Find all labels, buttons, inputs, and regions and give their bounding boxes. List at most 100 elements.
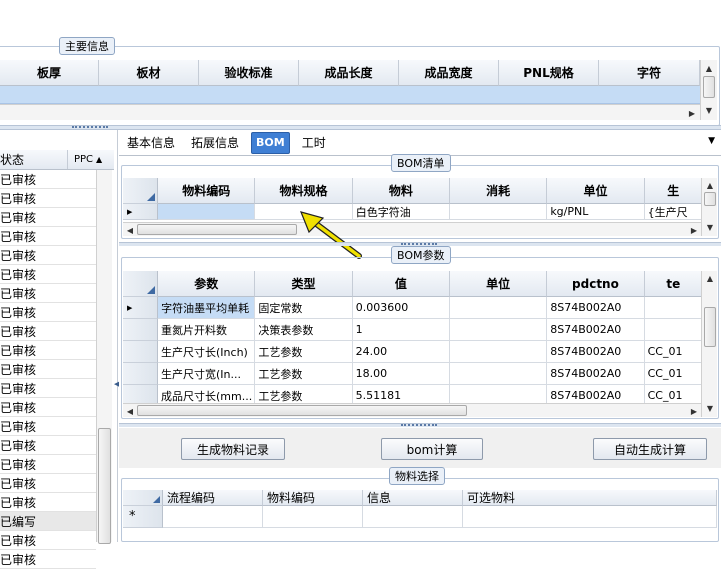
cell-unit[interactable]: [449, 363, 548, 385]
list-item[interactable]: 已审核: [0, 550, 96, 569]
hscroll-thumb[interactable]: [137, 405, 467, 416]
list-item[interactable]: 已审核: [0, 265, 96, 284]
bom-calc-button[interactable]: bom计算: [381, 438, 483, 460]
cell-param[interactable]: 字符油墨平均单耗: [158, 297, 256, 319]
select-all-corner[interactable]: [123, 178, 159, 204]
cell-consume[interactable]: [450, 204, 548, 220]
cell-pdctno[interactable]: 8S74B002A0: [547, 341, 645, 363]
column-header-material-code[interactable]: 物料编码: [158, 178, 256, 204]
cell-type[interactable]: 工艺参数: [255, 341, 353, 363]
scroll-down-icon[interactable]: ▼: [704, 222, 716, 232]
column-header-ppc[interactable]: PPC: [68, 150, 96, 169]
table-row[interactable]: 生产尺寸长(Inch) 工艺参数 24.00 8S74B002A0 CC_01: [123, 341, 703, 363]
scroll-up-icon[interactable]: ▲: [704, 273, 716, 283]
generate-material-button[interactable]: 生成物料记录: [181, 438, 285, 460]
column-header-optional-material[interactable]: 可选物料: [463, 490, 717, 506]
list-item[interactable]: 已审核: [0, 493, 96, 512]
list-item[interactable]: 已审核: [0, 436, 96, 455]
auto-calc-button[interactable]: 自动生成计算: [593, 438, 707, 460]
cell-te[interactable]: CC_01: [644, 363, 703, 385]
cell-flow-code[interactable]: [163, 506, 263, 528]
list-item[interactable]: 已审核: [0, 341, 96, 360]
list-item[interactable]: 已审核: [0, 322, 96, 341]
column-header-status[interactable]: 状态: [0, 150, 68, 169]
cell-pdctno[interactable]: 8S74B002A0: [547, 297, 645, 319]
new-row[interactable]: *: [123, 506, 717, 528]
tab-bom[interactable]: BOM: [251, 131, 290, 154]
column-header-material-code[interactable]: 物料编码: [263, 490, 363, 506]
list-item[interactable]: 已审核: [0, 208, 96, 227]
column-header-standard[interactable]: 验收标准: [199, 60, 299, 86]
scroll-right-icon[interactable]: ▶: [689, 405, 699, 417]
sort-up-icon[interactable]: ▲: [96, 150, 110, 169]
column-header-pnl[interactable]: PNL规格: [499, 60, 599, 86]
bom-params-vscroll[interactable]: ▲ ▼: [701, 271, 717, 417]
list-item[interactable]: 已审核: [0, 455, 96, 474]
cell-param[interactable]: 重氮片开料数: [158, 319, 256, 341]
scroll-up-icon[interactable]: ▲: [703, 62, 715, 74]
cell-type[interactable]: 决策表参数: [255, 319, 353, 341]
column-header-te[interactable]: te: [644, 271, 703, 297]
column-header-width[interactable]: 成品宽度: [399, 60, 499, 86]
cell-pdctno[interactable]: 8S74B002A0: [547, 319, 645, 341]
cell-pdctno[interactable]: 8S74B002A0: [547, 363, 645, 385]
cell-param[interactable]: 成品尺寸长(mm...: [158, 385, 256, 403]
vscroll-thumb[interactable]: [98, 428, 111, 544]
list-item[interactable]: 已审核: [0, 531, 96, 550]
cell-type[interactable]: 工艺参数: [255, 363, 353, 385]
vscroll-thumb[interactable]: [704, 192, 716, 206]
table-row[interactable]: 成品尺寸长(mm... 工艺参数 5.51181 8S74B002A0 CC_0…: [123, 385, 703, 403]
main-info-vscroll[interactable]: ▲ ▼: [700, 60, 717, 120]
cell-param[interactable]: 生产尺寸长(Inch): [158, 341, 256, 363]
cell-te[interactable]: [644, 319, 703, 341]
list-item[interactable]: 已审核: [0, 170, 96, 189]
list-item[interactable]: 已审核: [0, 379, 96, 398]
cell-unit[interactable]: [450, 385, 548, 403]
bom-list-hscroll[interactable]: ◀ ▶: [123, 222, 701, 236]
column-header-unit[interactable]: 单位: [547, 178, 645, 204]
select-all-corner[interactable]: [123, 490, 163, 506]
scroll-right-icon[interactable]: ▶: [686, 107, 698, 119]
cell-value[interactable]: 0.003600: [352, 297, 451, 319]
list-item[interactable]: 已审核: [0, 246, 96, 265]
column-header-thickness[interactable]: 板厚: [0, 60, 99, 86]
vscroll-thumb[interactable]: [704, 307, 716, 347]
cell-te[interactable]: CC_01: [644, 341, 703, 363]
tab-extended-info[interactable]: 拓展信息: [183, 134, 247, 151]
hscroll-thumb[interactable]: [137, 224, 297, 235]
cell-type[interactable]: 固定常数: [255, 297, 353, 319]
column-header-production[interactable]: 生: [644, 178, 703, 204]
scroll-left-icon[interactable]: ◀: [125, 224, 135, 236]
column-header-type[interactable]: 类型: [255, 271, 353, 297]
scroll-right-icon[interactable]: ▶: [689, 224, 699, 236]
main-info-selected-row[interactable]: [0, 86, 700, 104]
list-item[interactable]: 已审核: [0, 398, 96, 417]
scroll-up-icon[interactable]: ▲: [704, 180, 716, 190]
bom-list-vscroll[interactable]: ▲ ▼: [701, 178, 717, 236]
scroll-left-icon[interactable]: ◀: [125, 405, 135, 417]
list-item[interactable]: 已审核: [0, 284, 96, 303]
list-item[interactable]: 已审核: [0, 474, 96, 493]
column-header-char[interactable]: 字符: [599, 60, 700, 86]
cell-unit[interactable]: [449, 341, 548, 363]
column-header-material-spec[interactable]: 物料规格: [255, 178, 353, 204]
tab-dropdown-icon[interactable]: ▼: [708, 136, 715, 146]
left-panel-vscroll[interactable]: [96, 170, 112, 544]
cell-material-code[interactable]: [263, 506, 363, 528]
tab-work-hours[interactable]: 工时: [290, 134, 338, 151]
list-item[interactable]: 已审核: [0, 227, 96, 246]
list-item[interactable]: 已审核: [0, 189, 96, 208]
cell-production[interactable]: {生产尺: [644, 204, 703, 220]
cell-optional-material[interactable]: [463, 506, 717, 528]
column-header-material[interactable]: 物料: [352, 178, 450, 204]
cell-type[interactable]: 工艺参数: [255, 385, 353, 403]
cell-unit[interactable]: [449, 319, 548, 341]
column-header-flow-code[interactable]: 流程编码: [163, 490, 263, 506]
table-row[interactable]: ▶ 字符油墨平均单耗 固定常数 0.003600 8S74B002A0: [123, 297, 703, 319]
cell-info[interactable]: [363, 506, 463, 528]
grid-splitter[interactable]: [119, 423, 721, 427]
cell-value[interactable]: 24.00: [352, 341, 450, 363]
main-info-hscroll[interactable]: ▶: [0, 104, 700, 120]
cell-material-code[interactable]: [158, 204, 256, 220]
column-header-info[interactable]: 信息: [363, 490, 463, 506]
